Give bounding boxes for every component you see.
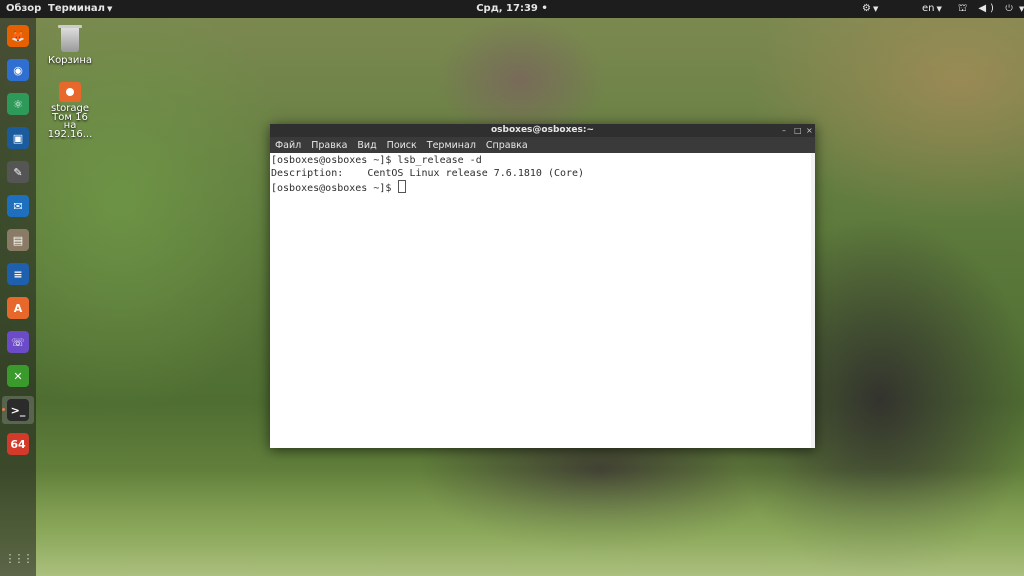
- virtualbox-icon: ▣: [7, 127, 29, 149]
- chevron-down-icon: ▼: [936, 5, 942, 13]
- dock-item-atom[interactable]: ⚛: [4, 90, 32, 118]
- drive-label-line-4: 192.16...: [47, 129, 93, 140]
- viber-icon: ☏: [7, 331, 29, 353]
- dock-item-crossover[interactable]: ✕: [4, 362, 32, 390]
- terminal-prompt-line: [osboxes@osboxes ~]$: [271, 180, 814, 196]
- top-bar: Обзор Терминал ▼ Срд, 17:39 • ⚙ ▼ en ▼ ⛫ ◀)…: [0, 0, 1024, 18]
- menu-search[interactable]: Поиск: [387, 140, 417, 151]
- chevron-down-icon: ▼: [106, 5, 113, 13]
- menu-help[interactable]: Справка: [486, 140, 528, 151]
- dock: 🦊 ◉ ⚛ ▣ ✎ ✉ ▤ ≡ A ☏ ✕ >_ 64 ⋮⋮⋮: [0, 18, 36, 576]
- terminal-window: osboxes@osboxes:~ – □ × Файл Правка Вид …: [270, 124, 815, 448]
- dock-item-thunderbird[interactable]: ✉: [4, 192, 32, 220]
- chevron-down-icon: ▼: [872, 5, 879, 13]
- accessibility-icon: ⚙: [862, 3, 871, 14]
- window-titlebar[interactable]: osboxes@osboxes:~ – □ ×: [270, 124, 815, 137]
- terminal-line: [osboxes@osboxes ~]$ lsb_release -d: [271, 155, 482, 166]
- clock-button[interactable]: Срд, 17:39 •: [476, 3, 548, 14]
- trash-icon: [58, 25, 82, 52]
- terminal-line: Description: CentOS Linux release 7.6.18…: [271, 167, 585, 179]
- writer-icon: ≡: [7, 263, 29, 285]
- dock-item-gimp[interactable]: ✎: [4, 158, 32, 186]
- minimize-icon[interactable]: –: [782, 124, 786, 137]
- dock-item-chromium[interactable]: ◉: [4, 56, 32, 84]
- dock-item-writer[interactable]: ≡: [4, 260, 32, 288]
- dock-item-app-64[interactable]: 64: [4, 430, 32, 458]
- terminal-output[interactable]: [osboxes@osboxes ~]$ lsb_release -d Desc…: [270, 153, 815, 448]
- language-menu[interactable]: en ▼: [922, 0, 942, 18]
- terminal-scrollbar[interactable]: [811, 153, 815, 448]
- clock-label: Срд, 17:39: [476, 3, 538, 14]
- window-menubar: Файл Правка Вид Поиск Терминал Справка: [270, 137, 815, 153]
- accessibility-menu[interactable]: ⚙ ▼: [862, 0, 878, 18]
- chromium-icon: ◉: [7, 59, 29, 81]
- dock-item-viber[interactable]: ☏: [4, 328, 32, 356]
- desktop-network-drive[interactable]: storage Том 16 на 192.16...: [40, 82, 100, 140]
- desktop-trash[interactable]: Корзина: [40, 25, 100, 66]
- system-menu[interactable]: ⛫ ◀) ⏻▼: [958, 0, 1024, 18]
- maximize-icon[interactable]: □: [794, 124, 802, 137]
- trash-label: Корзина: [47, 55, 93, 66]
- terminal-icon: >_: [7, 399, 29, 421]
- app-menu[interactable]: Терминал ▼: [48, 0, 112, 18]
- gimp-icon: ✎: [7, 161, 29, 183]
- dock-item-terminal[interactable]: >_: [2, 396, 34, 424]
- app-menu-label: Терминал: [48, 3, 105, 14]
- wallpaper-grass: [0, 470, 1024, 576]
- software-icon: A: [7, 297, 29, 319]
- dock-item-software[interactable]: A: [4, 294, 32, 322]
- running-indicator-icon: [2, 408, 5, 411]
- text-cursor-icon: [398, 180, 407, 193]
- menu-edit[interactable]: Правка: [311, 140, 347, 151]
- activities-button[interactable]: Обзор: [6, 0, 41, 18]
- app-grid-icon: ⋮⋮⋮: [4, 551, 34, 565]
- menu-terminal[interactable]: Терминал: [427, 140, 476, 151]
- network-drive-icon: [59, 82, 81, 102]
- dock-item-files[interactable]: ▤: [4, 226, 32, 254]
- menu-file[interactable]: Файл: [275, 140, 301, 151]
- notification-dot-icon: •: [541, 3, 548, 14]
- firefox-icon: 🦊: [7, 25, 29, 47]
- window-title: osboxes@osboxes:~: [490, 125, 594, 135]
- dock-item-virtualbox[interactable]: ▣: [4, 124, 32, 152]
- thunderbird-icon: ✉: [7, 195, 29, 217]
- app-64-icon: 64: [7, 433, 29, 455]
- close-icon[interactable]: ×: [806, 124, 813, 137]
- files-icon: ▤: [7, 229, 29, 251]
- chevron-down-icon: ▼: [1019, 5, 1024, 13]
- show-applications-button[interactable]: ⋮⋮⋮: [4, 544, 34, 572]
- dock-item-firefox[interactable]: 🦊: [4, 22, 32, 50]
- terminal-prompt: [osboxes@osboxes ~]$: [271, 183, 398, 194]
- system-status-icons: ⛫ ◀) ⏻: [958, 3, 1018, 14]
- atom-icon: ⚛: [7, 93, 29, 115]
- crossover-icon: ✕: [7, 365, 29, 387]
- language-label: en: [922, 3, 935, 14]
- menu-view[interactable]: Вид: [357, 140, 376, 151]
